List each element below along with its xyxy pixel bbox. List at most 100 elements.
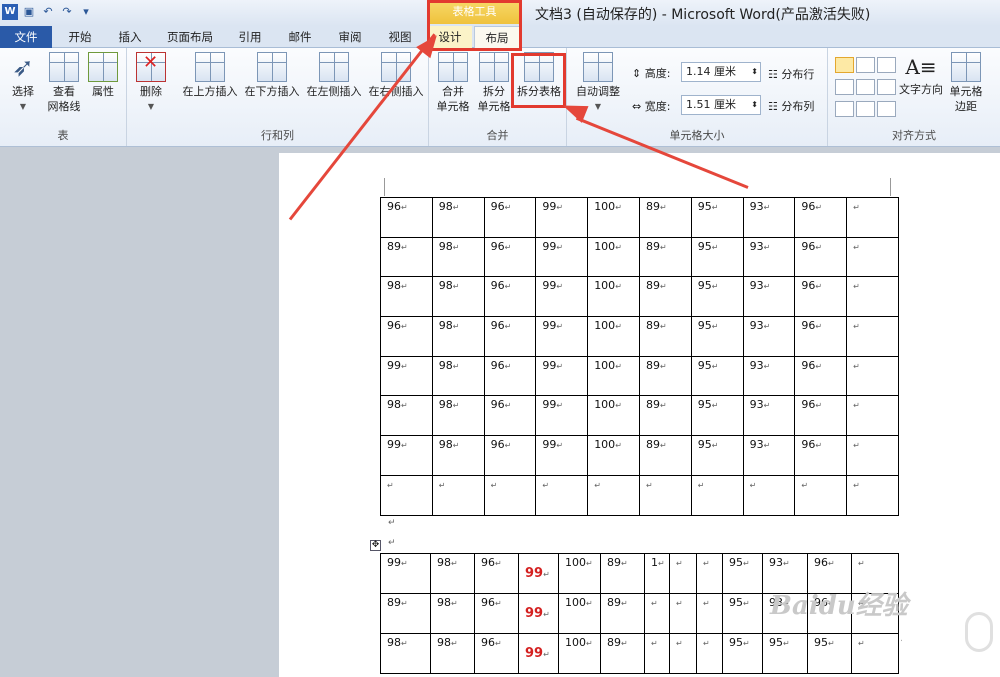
table-cell[interactable]: 96↵ [483,316,537,357]
distribute-columns-button[interactable]: ☷ 分布列 [768,98,814,114]
table-cell[interactable]: 100↵ [587,276,640,318]
width-field[interactable]: 1.51 厘米 ⬍ [681,95,761,115]
table-cell[interactable]: 96↵ [380,316,433,357]
table-cell[interactable]: ↵ [483,474,537,516]
split-cells-button[interactable]: 拆分 单元格 [474,52,514,114]
table-cell[interactable]: ↵ [644,593,670,634]
table-cell[interactable]: 89↵ [638,197,692,238]
customize-icon[interactable]: ▾ [78,4,94,20]
table-cell[interactable]: 95↵ [722,553,763,594]
distribute-rows-button[interactable]: ☷ 分布行 [768,66,814,82]
table-cell[interactable]: 96↵ [474,633,519,674]
table-cell[interactable]: 98↵ [430,633,475,674]
table-cell[interactable]: 98↵ [380,395,433,437]
table-cell[interactable]: 96↵ [794,355,848,397]
table-cell[interactable]: 99↵ [518,593,559,634]
table-cell[interactable]: ↵ [851,633,899,674]
table-cell[interactable]: 98↵ [380,633,431,674]
table-cell[interactable]: 93↵ [742,316,796,357]
table-cell[interactable]: 89↵ [380,236,433,278]
table-cell[interactable]: 96↵ [474,553,519,594]
tab-page-layout[interactable]: 页面布局 [160,26,220,48]
table-cell[interactable]: 96↵ [794,435,848,476]
table-cell[interactable]: 100↵ [587,316,640,357]
table-cell[interactable]: 93↵ [742,435,796,476]
table-cell[interactable]: 89↵ [638,236,692,278]
table-cell[interactable]: 89↵ [638,395,692,437]
table-cell[interactable]: 1↵ [644,553,670,594]
table-cell[interactable]: 100↵ [587,395,640,437]
table-cell[interactable]: 96↵ [483,355,537,397]
align-bottom-center-button[interactable] [856,101,875,117]
table-cell[interactable]: ↵ [690,474,744,516]
table-cell[interactable]: ↵ [587,474,640,516]
table-cell[interactable]: 100↵ [587,355,640,397]
word-logo-icon[interactable]: W [2,4,18,20]
undo-icon[interactable]: ↶ [40,4,56,20]
table-cell[interactable]: 96↵ [380,197,433,238]
table-cell[interactable]: 99↵ [535,435,589,476]
table-cell[interactable]: 99↵ [518,633,559,674]
table-cell[interactable]: 95↵ [722,593,763,634]
table-cell[interactable]: 96↵ [794,316,848,357]
table-cell[interactable]: 99↵ [380,553,431,594]
save-icon[interactable]: ▣ [21,4,37,20]
align-middle-right-button[interactable] [877,79,896,95]
tab-mailings[interactable]: 邮件 [280,26,320,48]
table-cell[interactable]: ↵ [431,474,485,516]
move-table-icon[interactable]: ✥ [370,540,381,551]
table-cell[interactable]: 95↵ [690,435,744,476]
table-cell[interactable]: 96↵ [794,197,848,238]
table-cell[interactable]: 96↵ [794,395,848,437]
table-cell[interactable]: 95↵ [690,355,744,397]
table-cell[interactable]: 95↵ [722,633,763,674]
table-cell[interactable]: ↵ [846,197,899,238]
spinner-icon[interactable]: ⬍ [751,96,758,114]
table-cell[interactable]: ↵ [846,276,899,318]
table-cell[interactable]: ↵ [742,474,796,516]
table-cell[interactable]: ↵ [696,553,723,594]
tab-file[interactable]: 文件 [0,26,52,48]
redo-icon[interactable]: ↷ [59,4,75,20]
table-cell[interactable]: ↵ [696,593,723,634]
align-bottom-right-button[interactable] [877,101,896,117]
table-cell[interactable]: ↵ [846,355,899,397]
table-cell[interactable]: 99↵ [535,197,589,238]
cell-margins-button[interactable]: 单元格 边距 [946,52,986,114]
table-cell[interactable]: 93↵ [742,197,796,238]
table-cell[interactable]: 99↵ [535,355,589,397]
select-button[interactable]: ➶ 选择 ▼ [4,52,42,114]
table-cell[interactable]: 98↵ [380,276,433,318]
table-cell[interactable]: 96↵ [794,276,848,318]
table-cell[interactable]: 93↵ [742,355,796,397]
table-cell[interactable]: ↵ [696,633,723,674]
table-cell[interactable]: 98↵ [431,236,485,278]
tab-review[interactable]: 审阅 [330,26,370,48]
align-middle-center-button[interactable] [856,79,875,95]
table-cell[interactable]: ↵ [669,593,697,634]
table-cell[interactable]: 95↵ [690,276,744,318]
table-cell[interactable]: 89↵ [600,593,645,634]
properties-button[interactable]: 属性 [86,52,120,99]
table-cell[interactable]: ↵ [638,474,692,516]
table-cell[interactable]: 100↵ [558,553,601,594]
table-cell[interactable]: 95↵ [690,197,744,238]
tab-view[interactable]: 视图 [380,26,420,48]
table-cell[interactable]: 99↵ [518,553,559,594]
table-cell[interactable]: 96↵ [474,593,519,634]
table-cell[interactable]: ↵ [846,474,899,516]
tab-insert[interactable]: 插入 [110,26,150,48]
table-cell[interactable]: 96↵ [483,276,537,318]
table-cell[interactable]: 98↵ [431,276,485,318]
spinner-icon[interactable]: ⬍ [751,63,758,81]
table-cell[interactable]: 99↵ [535,395,589,437]
table-cell[interactable]: ↵ [846,435,899,476]
delete-button[interactable]: ✕ 删除 ▼ [132,52,170,114]
table-cell[interactable]: ↵ [846,395,899,437]
table-cell[interactable]: 99↵ [535,276,589,318]
table-cell[interactable]: 99↵ [535,316,589,357]
table-1[interactable]: 96↵98↵96↵99↵100↵89↵95↵93↵96↵↵↵89↵98↵96↵9… [380,197,902,516]
table-cell[interactable]: 89↵ [638,316,692,357]
table-cell[interactable]: 98↵ [430,593,475,634]
align-bottom-left-button[interactable] [835,101,854,117]
